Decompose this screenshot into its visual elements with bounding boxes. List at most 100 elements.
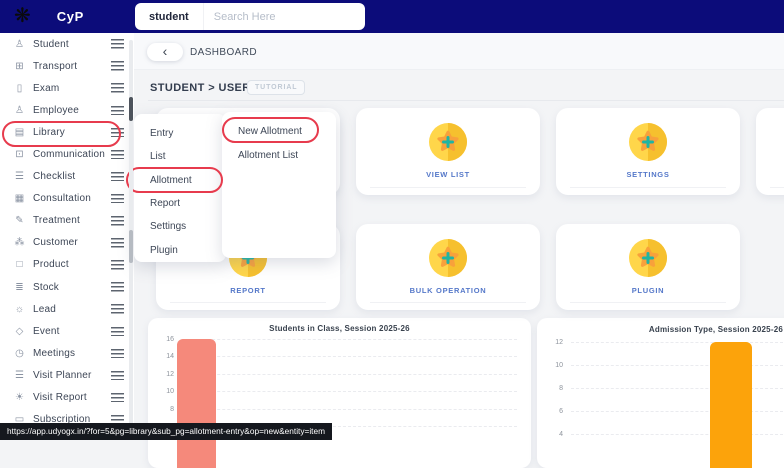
sidebar-item[interactable]: ☼ Lead [0,298,134,320]
menu-item[interactable]: Report [134,192,226,215]
hamburger-icon[interactable] [111,326,124,337]
hamburger-icon[interactable] [111,370,124,381]
scrollbar-track [129,40,133,425]
hamburger-icon[interactable] [111,105,124,116]
sidebar-item[interactable]: ▦ Consultation [0,188,134,210]
y-tick-label: 10 [555,361,563,369]
menu-item[interactable]: Settings [134,215,226,238]
sidebar-item-label: Communication [33,149,106,161]
sidebar-item[interactable]: ⊡ Communication [0,143,134,165]
chart-students-in-class: Students in Class, Session 2025-26 16 14… [148,318,531,468]
menu-item[interactable]: Plugin [134,238,226,261]
menu-item[interactable]: Allotment List [222,143,336,167]
status-url-tooltip: https://app.udyogx.in/?for=5&pg=library&… [0,423,333,440]
gridline [182,391,517,393]
y-tick-label: 12 [555,338,563,346]
sidebar-item-label: Meetings [33,347,76,359]
module-icon: ≣ [15,281,24,293]
module-icon: ▤ [14,126,25,138]
app-logo[interactable]: ❋ CyP [14,4,84,28]
module-icon: ☰ [15,369,24,381]
y-tick-label: 16 [166,335,174,343]
sidebar-item[interactable]: ♙ Student [0,33,134,55]
hamburger-icon[interactable] [111,348,124,359]
hamburger-icon[interactable] [111,61,124,71]
sidebar-item[interactable]: ✎ Treatment [0,210,134,232]
sidebar-item-label: Exam [33,82,60,94]
module-icon: □ [16,259,23,271]
hamburger-icon[interactable] [111,171,124,182]
sidebar-item[interactable]: ♙ Employee [0,99,134,121]
sidebar-item-label: Product [33,259,69,271]
star-plus-icon [628,122,668,162]
shortcut-card-label: REPORT [230,286,266,295]
pinwheel-icon: ❋ [14,5,31,27]
sidebar-item-label: Employee [33,104,80,116]
search-scope-segment[interactable]: student [135,3,204,30]
shortcut-card[interactable]: BULK OPERATION [356,224,540,310]
sidebar-item[interactable]: ☰ Checklist [0,166,134,188]
hamburger-icon[interactable] [111,216,124,226]
hamburger-icon[interactable] [111,282,124,292]
shortcut-card[interactable] [756,108,784,195]
back-button[interactable]: ‹ [147,43,183,61]
module-icon: ⊞ [15,60,24,72]
menu-item[interactable]: Allotment [134,169,226,192]
library-submenu: Entry List Allotment Report Settings Plugin [134,114,226,262]
shortcut-card-label: SETTINGS [626,170,670,179]
gridline [182,373,517,375]
sidebar-item-label: Event [33,325,60,337]
tutorial-badge[interactable]: TUTORIAL [247,80,306,95]
sidebar-item-label: Checklist [33,171,76,183]
hamburger-icon[interactable] [111,238,124,248]
hamburger-icon[interactable] [111,149,124,160]
menu-item[interactable]: Entry [134,122,226,145]
sidebar-item-label: Lead [33,303,57,315]
scrollbar-thumb-secondary[interactable] [129,230,133,263]
module-icon: ☰ [15,171,24,183]
shortcut-card[interactable]: PLUGIN [556,224,740,310]
y-tick-label: 14 [166,353,174,361]
card-divider [570,187,726,188]
hamburger-icon[interactable] [111,260,124,270]
sidebar-item[interactable]: ⊞ Transport [0,55,134,77]
sidebar-item-label: Visit Report [33,392,87,404]
hamburger-icon[interactable] [111,127,124,138]
gridline [571,342,783,343]
star-plus-icon [428,238,468,278]
menu-item[interactable]: New Allotment [222,119,336,143]
sidebar-item[interactable]: ☀ Visit Report [0,387,134,409]
module-icon: ♙ [15,104,24,116]
scrollbar-thumb[interactable] [129,97,133,121]
hamburger-icon[interactable] [111,392,124,403]
card-divider [370,187,526,188]
hamburger-icon[interactable] [111,39,124,49]
bar-students [177,339,216,468]
sidebar-item[interactable]: ◇ Event [0,320,134,342]
sidebar-item[interactable]: ▤ Library [0,121,134,143]
star-plus-icon [628,238,668,278]
hamburger-icon[interactable] [111,304,124,314]
hamburger-icon[interactable] [111,83,124,93]
sidebar-item[interactable]: ⁂ Customer [0,232,134,254]
module-icon: ✎ [15,215,24,227]
shortcut-card[interactable]: SETTINGS [556,108,740,195]
bar-admission [710,342,752,468]
sidebar-item[interactable]: ☰ Visit Planner [0,364,134,386]
sidebar-item-label: Transport [33,60,78,72]
search-bar[interactable]: student [135,3,365,30]
sidebar-item-label: Visit Planner [33,369,92,381]
module-icon: ⊡ [15,149,24,161]
breadcrumb: STUDENT > USER [150,82,251,94]
sidebar-item[interactable]: ▯ Exam [0,77,134,99]
hamburger-icon[interactable] [111,193,124,204]
module-icon: ♙ [15,38,24,50]
sidebar-item[interactable]: ≣ Stock [0,276,134,298]
sidebar-item[interactable]: ◷ Meetings [0,342,134,364]
sidebar-item[interactable]: □ Product [0,254,134,276]
shortcut-card[interactable]: VIEW LIST [356,108,540,195]
menu-item[interactable]: List [134,145,226,168]
search-input[interactable] [203,10,365,23]
sidebar-item-label: Stock [33,281,60,293]
sidebar-item-label: Treatment [33,215,81,227]
